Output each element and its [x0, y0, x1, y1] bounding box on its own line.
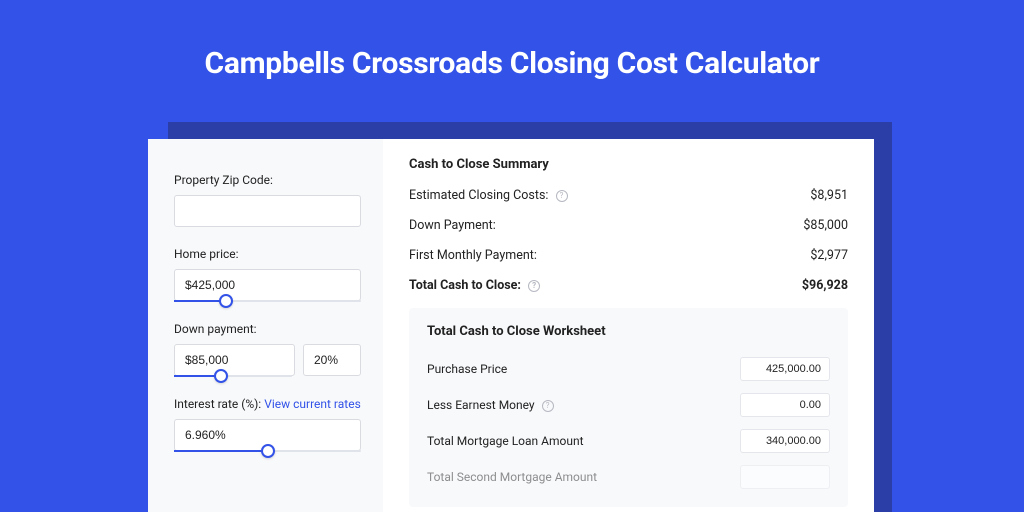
interest-rate-slider-fill	[174, 450, 268, 452]
summary-total-label-text: Total Cash to Close:	[409, 278, 521, 293]
worksheet-row: Total Mortgage Loan Amount	[427, 429, 830, 453]
home-price-slider-thumb[interactable]	[219, 294, 233, 308]
purchase-price-input[interactable]	[740, 357, 830, 381]
mortgage-loan-input[interactable]	[740, 429, 830, 453]
home-price-label: Home price:	[174, 247, 361, 261]
down-payment-pct-input[interactable]	[303, 344, 361, 376]
summary-row-label: First Monthly Payment:	[409, 248, 537, 263]
worksheet-row-label-text: Less Earnest Money	[427, 398, 535, 412]
worksheet-row: Purchase Price	[427, 357, 830, 381]
help-icon[interactable]: ?	[528, 280, 540, 292]
calculator-card: Property Zip Code: Home price: Down paym…	[148, 139, 874, 512]
help-icon[interactable]: ?	[542, 400, 554, 412]
summary-title: Cash to Close Summary	[409, 157, 848, 172]
summary-row-label: Estimated Closing Costs: ?	[409, 188, 568, 203]
summary-total-row: Total Cash to Close: ? $96,928	[409, 278, 848, 293]
summary-total-value: $96,928	[802, 278, 848, 293]
interest-rate-slider[interactable]	[174, 450, 361, 452]
interest-rate-label-text: Interest rate (%):	[174, 397, 264, 411]
summary-row-value: $8,951	[810, 188, 848, 203]
summary-row: First Monthly Payment: $2,977	[409, 248, 848, 263]
help-icon[interactable]: ?	[556, 190, 568, 202]
worksheet-row-label: Purchase Price	[427, 362, 507, 376]
zip-field-group: Property Zip Code:	[174, 173, 361, 227]
home-price-input[interactable]	[174, 269, 361, 301]
summary-row-value: $85,000	[803, 218, 848, 233]
down-payment-slider[interactable]	[174, 375, 292, 377]
second-mortgage-input[interactable]	[740, 465, 830, 489]
calculator-main: Cash to Close Summary Estimated Closing …	[383, 139, 874, 512]
worksheet-panel: Total Cash to Close Worksheet Purchase P…	[409, 308, 848, 507]
earnest-money-input[interactable]	[740, 393, 830, 417]
worksheet-row: Less Earnest Money ?	[427, 393, 830, 417]
interest-rate-slider-thumb[interactable]	[261, 444, 275, 458]
worksheet-row-label: Total Mortgage Loan Amount	[427, 434, 584, 448]
home-price-slider[interactable]	[174, 300, 361, 302]
down-payment-field-group: Down payment:	[174, 322, 361, 377]
calculator-sidebar: Property Zip Code: Home price: Down paym…	[148, 139, 383, 512]
worksheet-row: Total Second Mortgage Amount	[427, 465, 830, 489]
down-payment-input[interactable]	[174, 344, 295, 376]
worksheet-title: Total Cash to Close Worksheet	[427, 324, 830, 339]
home-price-field-group: Home price:	[174, 247, 361, 302]
summary-row: Estimated Closing Costs: ? $8,951	[409, 188, 848, 203]
view-current-rates-link[interactable]: View current rates	[264, 397, 361, 411]
summary-total-label: Total Cash to Close: ?	[409, 278, 540, 293]
summary-row: Down Payment: $85,000	[409, 218, 848, 233]
interest-rate-label: Interest rate (%): View current rates	[174, 397, 361, 411]
zip-input[interactable]	[174, 195, 361, 227]
worksheet-row-label: Total Second Mortgage Amount	[427, 470, 597, 484]
summary-row-value: $2,977	[810, 248, 848, 263]
down-payment-slider-thumb[interactable]	[214, 369, 228, 383]
down-payment-label: Down payment:	[174, 322, 361, 336]
page-title: Campbells Crossroads Closing Cost Calcul…	[0, 0, 1024, 107]
worksheet-row-label: Less Earnest Money ?	[427, 398, 554, 412]
zip-label: Property Zip Code:	[174, 173, 361, 187]
interest-rate-field-group: Interest rate (%): View current rates	[174, 397, 361, 452]
summary-row-label-text: Estimated Closing Costs:	[409, 188, 548, 203]
summary-row-label: Down Payment:	[409, 218, 496, 233]
